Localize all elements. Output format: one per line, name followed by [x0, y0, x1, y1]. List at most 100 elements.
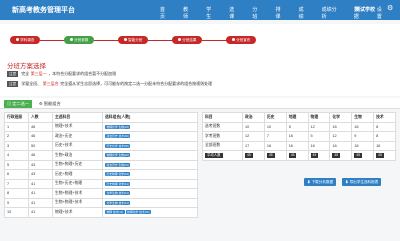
- subject-cell: 生物+政治: [52, 150, 103, 161]
- step-smart-division[interactable]: 智能分班: [118, 36, 148, 44]
- export-report-button[interactable]: ⬇ 导出学生选科报表: [342, 178, 382, 186]
- school-name[interactable]: 测试学校: [355, 6, 375, 13]
- stat-cell: 16: [373, 140, 396, 151]
- combos-cell: 历史化学 技术[50]: [102, 140, 198, 151]
- table-row: 6 43 历史+物理 历史物理 化学[43]: [4, 169, 198, 180]
- col-physics: 物理: [307, 112, 331, 123]
- notice-highlight: 第三层一: [30, 71, 47, 76]
- download-analysis-button[interactable]: ⬇ 下载分析数据: [304, 178, 337, 186]
- nav-students[interactable]: 学生: [206, 6, 215, 20]
- col-technology: 技术: [373, 112, 396, 123]
- step-params[interactable]: 分班参数: [64, 36, 94, 44]
- avg-badge: 45: [332, 152, 341, 158]
- class-cell: 5: [4, 159, 29, 170]
- stat-cell: 12: [307, 121, 331, 132]
- col-subject: 科目: [202, 112, 243, 123]
- table-row: 选考班数 10 10 5 12 18 18 8: [202, 121, 396, 132]
- top-navbar: 新高考教务管理平台 首页 教师 学生 选课 分班 排课 成绩 成绩分析 数据 设…: [0, 0, 400, 20]
- combos-cell: 政治历史 技术[46]: [102, 131, 198, 142]
- subject-cell: 政治+历史: [52, 131, 103, 142]
- count-cell: 50: [28, 140, 53, 151]
- notice-tag: 注意: [7, 71, 19, 77]
- table-row: 7 41 生物+历史+物理 历史物理 化学[41]: [4, 178, 198, 189]
- step-connector: [94, 40, 119, 41]
- nav-class-division[interactable]: 分班: [252, 6, 261, 20]
- class-cell: 2: [4, 131, 29, 142]
- nav-course-selection[interactable]: 选课: [229, 6, 238, 20]
- table-row: 9 41 生物+物理+技术 化学生物 技术[41]: [4, 197, 198, 208]
- stat-cell: 10: [242, 121, 265, 132]
- class-cell: 8: [4, 188, 29, 199]
- combos-cell: 物理 技术[41] 物理化学 技术[15]: [102, 207, 198, 218]
- table-row: 2 46 政治+历史 政治历史 技术[46]: [4, 131, 198, 142]
- gear-icon[interactable]: ⚙: [387, 4, 393, 12]
- nav-teachers[interactable]: 教师: [183, 6, 192, 20]
- subject-cell: 物理+技术: [52, 207, 103, 218]
- stat-cell: 12: [242, 131, 265, 142]
- count-cell: 43: [28, 159, 53, 170]
- count-cell: 43: [28, 169, 53, 180]
- combo-badge: 物理化学 生物[46]: [105, 153, 131, 158]
- step-connector: [202, 40, 227, 41]
- stat-cell: 17: [242, 140, 265, 151]
- button-label: 导出学生选科报表: [349, 180, 379, 184]
- step-connector: [148, 40, 173, 41]
- stat-cell: 18: [329, 140, 353, 151]
- combo-badge: 历史物理 化学[43]: [105, 172, 131, 177]
- subject-cell: 历史+物理: [52, 169, 103, 180]
- table-row: 3 50 历史+技术 历史化学 技术[50]: [4, 140, 198, 151]
- col-chemistry: 化学: [329, 112, 353, 123]
- notice-row: 注意 学量全班、 第三层合 完全遵从学生志愿选择，可可能存的按定二选一分配未符合…: [7, 81, 212, 87]
- nav-scheduling[interactable]: 排课: [275, 6, 284, 20]
- combo-badge: 历史化学 技术[50]: [105, 143, 131, 148]
- avg-cell: 45: [351, 150, 375, 161]
- table-row: 平均人数 45 45 45 45 45 45 45: [202, 150, 396, 161]
- avg-cell: 45: [373, 150, 396, 161]
- table-row: 全部班数 17 16 16 16 18 18 16: [202, 140, 396, 151]
- tab-smart-combo[interactable]: ⚙ 智能组合: [36, 100, 64, 108]
- subject-cell: 生物+物理+技术: [52, 188, 103, 199]
- tab-fixed-two[interactable]: ▤ 定二选一: [4, 100, 33, 108]
- plan-tabs: ▤ 定二选一 ⚙ 智能组合: [0, 98, 400, 109]
- subject-cell: 生物+物理+技术: [52, 197, 103, 208]
- stat-cell: 5: [307, 131, 331, 142]
- nav-grade-analysis[interactable]: 成绩分析: [322, 6, 340, 20]
- subject-cell: 生物+历史+物理: [52, 178, 103, 189]
- class-table: 行政班级 人数 主选科目 选科组合[人数] 1 46 物理+技术 物理化学 生物[23…: [4, 112, 198, 218]
- step-survey[interactable]: 学科调查: [10, 36, 40, 44]
- step-announce[interactable]: 分班宣布: [226, 36, 256, 44]
- row-label: 平均人数: [202, 150, 243, 161]
- avg-badge: 45: [376, 152, 384, 158]
- combos-cell: 政治历史 生物[43]: [102, 159, 198, 170]
- stat-cell: 8: [373, 121, 396, 132]
- class-cell: 9: [4, 197, 29, 208]
- col-history: 历史: [263, 112, 287, 123]
- count-cell: 46: [28, 121, 53, 132]
- notice-text: 完全: [21, 71, 30, 76]
- notice-text: ，本符合分配要求的组合暂不分配加限: [48, 71, 117, 76]
- combos-cell: 历史物理 化学[41]: [102, 178, 198, 189]
- avg-badge: 45: [288, 152, 297, 158]
- col-main-subject: 主选科目: [52, 112, 103, 123]
- tab-label: 智能组合: [43, 101, 61, 106]
- stat-cell: 18: [351, 121, 375, 132]
- avg-badge: 45: [310, 152, 319, 158]
- nav-home[interactable]: 首页: [160, 6, 169, 20]
- stat-cell: 16: [263, 140, 287, 151]
- avg-cell: 45: [285, 150, 309, 161]
- stat-cell: 8: [373, 131, 396, 142]
- count-cell: 46: [28, 150, 53, 161]
- class-cell: 1: [4, 121, 29, 132]
- table-row: 8 41 生物+物理+技术 化学生物 技术[41]: [4, 188, 198, 199]
- table-row: 4 46 生物+政治 物理化学 生物[46]: [4, 150, 198, 161]
- col-biology: 生物: [351, 112, 375, 123]
- avg-cell: 45: [242, 150, 265, 161]
- col-geography: 地理: [285, 112, 309, 123]
- combo-badge: 化学生物 技术[41]: [105, 200, 131, 205]
- combo-badge: 政治历史 生物[43]: [105, 162, 131, 167]
- nav-settings[interactable]: 设置: [377, 6, 386, 20]
- step-result[interactable]: 分班结果: [172, 36, 202, 44]
- combo-badge: 历史物理 化学[41]: [105, 181, 131, 186]
- stat-cell: 16: [285, 131, 309, 142]
- nav-grades[interactable]: 成绩: [299, 6, 308, 20]
